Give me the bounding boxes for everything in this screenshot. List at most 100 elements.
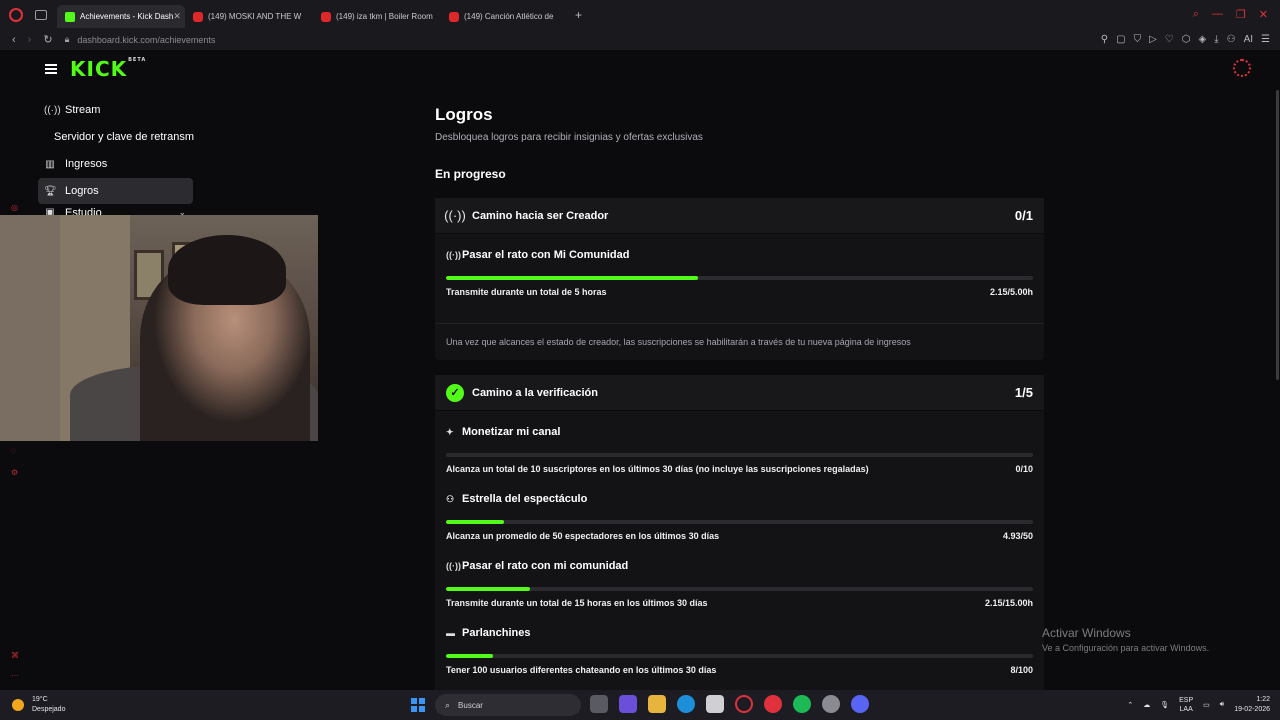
task-title: ⚇ Estrella del espectáculo (446, 493, 587, 505)
edge-icon[interactable] (677, 695, 695, 713)
lock-icon[interactable]: 🔒︎ (65, 34, 70, 45)
verified-check-icon: ✓ (446, 383, 464, 402)
temperature: 19°C (32, 696, 48, 703)
activation-subtitle: Ve a Configuración para activar Windows. (1042, 643, 1210, 653)
webcam-overlay (0, 215, 318, 441)
windows-activation-watermark: Activar Windows Ve a Configuración para … (1042, 626, 1209, 653)
close-window-icon[interactable]: ✕ (1259, 8, 1268, 21)
user-avatar[interactable] (1233, 59, 1251, 77)
store-icon[interactable] (706, 695, 724, 713)
progress-bar (446, 276, 1033, 280)
card-header[interactable]: ✓ Camino a la verificación 1/5 (435, 375, 1044, 411)
maximize-icon[interactable]: ❐ (1236, 8, 1246, 21)
broadcast-icon: ((·)) (446, 561, 461, 571)
hamburger-menu-icon[interactable] (45, 64, 57, 74)
window-controls: ⌕ — ❐ ✕ (1193, 8, 1280, 21)
taskbar-search[interactable]: ⌕ Buscar (435, 694, 581, 716)
tab-label: (149) MOSKI AND THE W (208, 12, 302, 21)
progress-fill (446, 654, 493, 658)
weather-widget[interactable]: 19°C Despejado (12, 695, 122, 715)
tab-label: Achievements - Kick Dash (80, 12, 174, 21)
tab-youtube-3[interactable]: (149) Canción Atlético de (441, 5, 569, 28)
page-subtitle: Desbloquea logros para recibir insignias… (435, 132, 703, 143)
extension-icons: ⚲ ▢ ⛉ ▷ ♡ ⬡ ◈ ⤓ ⚇ AI ☰ (1101, 34, 1280, 45)
tab-label: (149) Canción Atlético de (464, 12, 554, 21)
search-tabs-icon[interactable]: ⌕ (1193, 8, 1199, 21)
chevron-up-icon[interactable]: ⌃ (1127, 701, 1133, 709)
back-icon[interactable]: ‹ (12, 34, 16, 46)
progress-bar (446, 654, 1033, 658)
task-view-icon[interactable] (590, 695, 608, 713)
tab-menu-icon[interactable] (35, 9, 47, 20)
play-icon[interactable]: ▷ (1149, 34, 1157, 45)
tab-achievements[interactable]: Achievements - Kick Dash ✕ (57, 5, 185, 28)
url-field[interactable]: dashboard.kick.com/achievements (77, 35, 215, 45)
volume-icon[interactable]: 🔊︎ (1220, 701, 1224, 709)
ai-button[interactable]: AI (1244, 34, 1253, 45)
sidebar-item-ingresos[interactable]: ▥ Ingresos (38, 151, 208, 177)
sidebar-item-logros[interactable]: 🏆︎ Logros (38, 178, 193, 204)
achievement-card-creator: ((·)) Camino hacia ser Creador 0/1 ((·))… (435, 198, 1044, 360)
clock[interactable]: 1:22 19-02-2026 (1234, 695, 1270, 715)
spotify-icon[interactable] (793, 695, 811, 713)
file-explorer-icon[interactable] (648, 695, 666, 713)
task-value: 0/10 (1015, 464, 1033, 474)
network-icon[interactable]: ▭ (1203, 701, 1210, 709)
pin-icon[interactable]: ⚲ (1101, 34, 1108, 45)
task-value: 8/100 (1010, 665, 1033, 675)
section-title: En progreso (435, 167, 506, 181)
forward-icon[interactable]: › (28, 34, 32, 46)
discord-icon[interactable] (851, 695, 869, 713)
webcam-wall (0, 215, 60, 441)
sidebar-item-stream[interactable]: ((·)) Stream (38, 97, 208, 123)
extensions-icon[interactable]: ⬡ (1182, 34, 1191, 45)
page-scrollbar[interactable] (1276, 90, 1279, 380)
minimize-icon[interactable]: — (1212, 8, 1223, 21)
sidebar-alert-icon[interactable]: ◌ (11, 446, 16, 455)
task-name: Parlanchines (462, 627, 531, 639)
wallet-icon[interactable]: ◈ (1198, 34, 1206, 45)
sidebar-gx-icon[interactable]: ⌘ (11, 651, 19, 660)
webcam-person-hair (168, 235, 286, 305)
microphone-icon[interactable]: 🎙︎ (1160, 701, 1169, 709)
tab-youtube-1[interactable]: (149) MOSKI AND THE W (185, 5, 313, 28)
broadcast-icon: ((·)) (446, 250, 461, 260)
task-name: Monetizar mi canal (462, 426, 561, 438)
onedrive-icon[interactable]: ☁ (1143, 701, 1150, 709)
sidebar-item-label: Ingresos (65, 158, 108, 170)
task-row: ((·)) Pasar el rato con mi comunidad Tran… (435, 545, 1044, 612)
copilot-icon[interactable] (619, 695, 637, 713)
sidebar-item-stream-key[interactable]: Servidor y clave de retransm (38, 124, 208, 150)
close-tab-icon[interactable]: ✕ (173, 11, 181, 22)
wps-icon[interactable] (764, 695, 782, 713)
sidebar-item-label: Stream (65, 104, 101, 116)
opera-gx-icon[interactable] (735, 695, 753, 713)
search-icon: ⌕ (445, 699, 451, 710)
download-icon[interactable]: ⤓ (1214, 34, 1218, 45)
kick-logo[interactable]: KICKBETA (70, 57, 146, 81)
reload-icon[interactable]: ↻ (43, 33, 52, 46)
tab-youtube-2[interactable]: (149) iza tkm | Boiler Room (313, 5, 441, 28)
shield-icon[interactable]: ⛉ (1134, 34, 1142, 45)
sidebar-more-icon[interactable]: ··· (11, 671, 19, 680)
profile-icon[interactable]: ⚇ (1227, 34, 1236, 45)
language-indicator[interactable]: ESP LAA (1179, 696, 1193, 714)
start-button[interactable] (411, 698, 425, 712)
logo-text: KICK (70, 57, 128, 81)
menu-icon[interactable]: ☰ (1261, 34, 1270, 45)
opera-icon[interactable] (9, 7, 23, 22)
url-path: /achievements (157, 34, 216, 45)
task-title: ((·)) Pasar el rato con mi comunidad (446, 560, 628, 572)
youtube-favicon-icon (321, 11, 331, 22)
sidebar-gear-icon[interactable]: ⚙ (11, 468, 18, 477)
new-tab-button[interactable]: + (575, 8, 582, 22)
snapshot-icon[interactable]: ▢ (1116, 34, 1125, 45)
steam-icon[interactable] (822, 695, 840, 713)
heart-icon[interactable]: ♡ (1165, 34, 1174, 45)
task-description: Alcanza un total de 10 suscriptores en l… (446, 464, 869, 474)
taskbar-apps (590, 695, 869, 713)
card-header[interactable]: ((·)) Camino hacia ser Creador 0/1 (435, 198, 1044, 234)
beta-badge: BETA (128, 57, 147, 63)
card-count: 1/5 (1014, 385, 1033, 400)
dashboard-page: KICKBETA ((·)) Stream Servidor y clave d… (0, 50, 1280, 690)
